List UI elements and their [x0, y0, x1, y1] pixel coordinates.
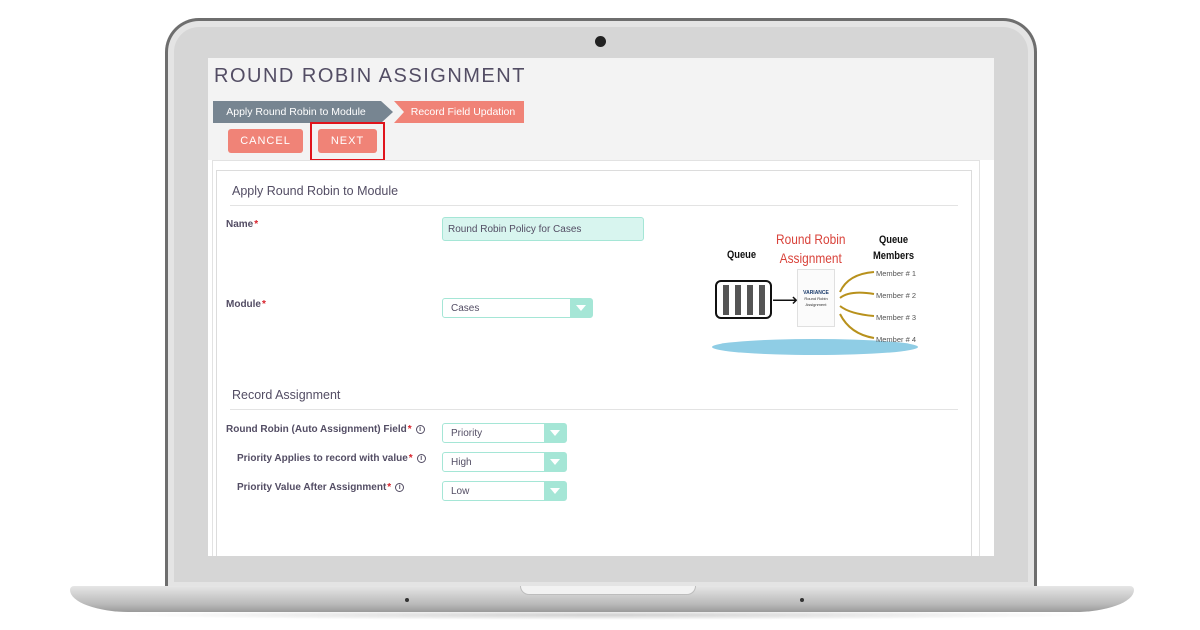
info-icon[interactable]: i: [415, 424, 425, 434]
diagram-queue-label: Queue: [727, 249, 757, 261]
module-label: Module*: [226, 299, 266, 310]
distribution-arrows-icon: [839, 271, 875, 339]
diagram-member: Member # 2: [876, 291, 917, 300]
diagram-title-line1: Round Robin: [776, 231, 846, 247]
variance-logo-card: VARIANCE Round Robin Assignment: [797, 269, 835, 327]
priority-applies-label: Priority Applies to record with value* i: [237, 453, 426, 464]
auto-assignment-field-label-text: Round Robin (Auto Assignment) Field: [226, 424, 407, 435]
priority-after-value: Low: [451, 486, 470, 497]
diagram-title: Round Robin Assignment: [776, 230, 845, 268]
laptop-foot-dot: [405, 598, 409, 602]
info-icon[interactable]: i: [395, 482, 405, 492]
card-caption: Round Robin Assignment: [804, 296, 828, 307]
chevron-down-icon[interactable]: [544, 424, 566, 442]
priority-after-select[interactable]: Low: [442, 481, 567, 501]
section-divider: [230, 205, 958, 206]
cancel-button[interactable]: CANCEL: [228, 129, 303, 153]
next-button-highlight: [310, 122, 385, 161]
priority-applies-label-text: Priority Applies to record with value: [237, 453, 408, 464]
name-label-text: Name: [226, 219, 254, 230]
laptop-foot-dot: [800, 598, 804, 602]
module-select[interactable]: Cases: [442, 298, 593, 318]
section-divider: [230, 409, 958, 410]
arrow-right-icon: ⟶: [772, 290, 798, 310]
queue-item: [723, 285, 729, 315]
queue-icon: [715, 280, 772, 319]
chevron-down-icon[interactable]: [544, 482, 566, 500]
auto-assignment-field-value: Priority: [451, 428, 483, 439]
chevron-down-icon[interactable]: [570, 299, 592, 317]
diagram-member: Member # 1: [876, 269, 917, 278]
diagram-title-line2: Assignment: [779, 250, 842, 266]
auto-assignment-field-select[interactable]: Priority: [442, 423, 567, 443]
module-label-text: Module: [226, 299, 261, 310]
required-marker: *: [408, 453, 413, 464]
required-marker: *: [387, 482, 392, 493]
queue-item: [759, 285, 765, 315]
info-icon[interactable]: i: [416, 453, 426, 463]
page-title: ROUND ROBIN ASSIGNMENT: [214, 65, 526, 87]
diagram-member: Member # 4: [876, 335, 917, 344]
diagram-member: Member # 3: [876, 313, 917, 322]
module-select-value: Cases: [451, 303, 480, 314]
required-marker: *: [262, 299, 266, 310]
priority-after-label: Priority Value After Assignment* i: [237, 482, 405, 493]
screen: ROUND ROBIN ASSIGNMENT Apply Round Robin…: [208, 58, 994, 556]
priority-applies-select[interactable]: High: [442, 452, 567, 472]
priority-applies-value: High: [451, 457, 472, 468]
required-marker: *: [254, 219, 259, 230]
diagram-members-line2: Members: [873, 250, 915, 262]
diagram-members-line1: Queue: [878, 234, 909, 246]
section-title-module: Apply Round Robin to Module: [232, 184, 399, 198]
required-marker: *: [407, 424, 412, 435]
queue-item: [747, 285, 753, 315]
priority-after-label-text: Priority Value After Assignment: [237, 482, 387, 493]
queue-item: [735, 285, 741, 315]
step-record-field-updation[interactable]: Record Field Updation: [394, 101, 524, 123]
diagram-members-label: Queue Members: [873, 232, 914, 264]
chevron-down-icon[interactable]: [544, 453, 566, 471]
name-input[interactable]: [442, 217, 644, 241]
laptop-notch: [520, 586, 696, 595]
step-apply-round-robin[interactable]: Apply Round Robin to Module: [213, 101, 393, 123]
round-robin-diagram: Round Robin Assignment Queue Queue Membe…: [708, 224, 928, 359]
webcam-icon: [595, 36, 606, 47]
auto-assignment-field-label: Round Robin (Auto Assignment) Field* i: [226, 424, 425, 435]
section-title-record: Record Assignment: [232, 388, 341, 402]
name-label: Name*: [226, 219, 258, 230]
